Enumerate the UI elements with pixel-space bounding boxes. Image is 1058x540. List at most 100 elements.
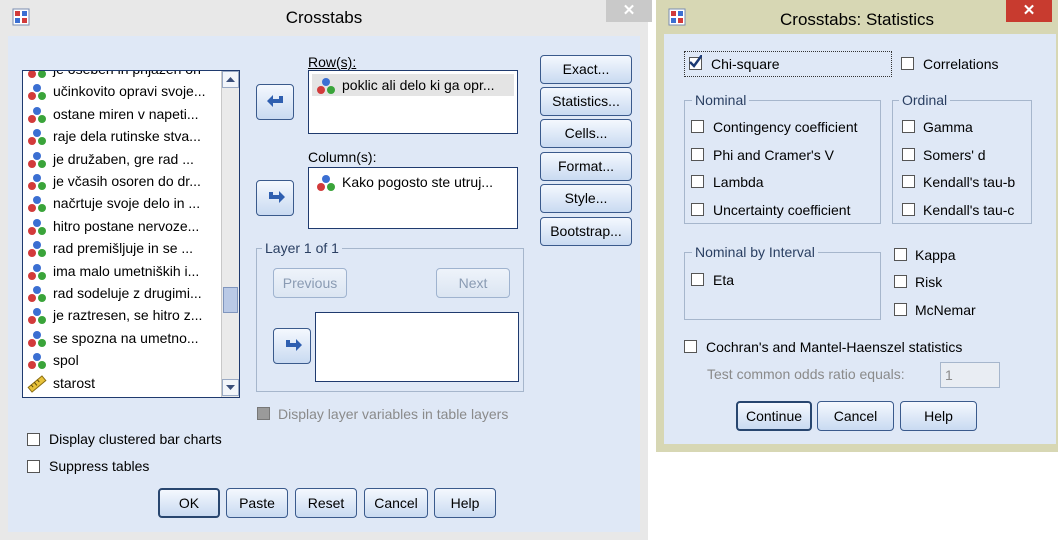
statistics-client-area: Chi-square Correlations Nominal Continge… [664,34,1056,444]
nominal-icon [28,308,46,325]
clustered-bar-label: Display clustered bar charts [49,431,222,447]
continue-button[interactable]: Continue [736,401,812,431]
bootstrap-button[interactable]: Bootstrap... [540,217,632,246]
lambda-label: Lambda [713,174,764,190]
mcnemar-checkbox[interactable] [894,303,907,316]
layer-title: Layer 1 of 1 [262,240,342,256]
eta-checkbox[interactable] [691,273,704,286]
suppress-tables-label: Suppress tables [49,458,150,474]
columns-list[interactable]: Kako pogosto ste utruj... [308,167,518,229]
variable-label: rad sodeluje z drugimi... [53,285,202,301]
display-layer-checkbox[interactable] [257,407,270,420]
list-scrollbar[interactable] [221,71,239,397]
previous-button[interactable]: Previous [273,268,347,298]
risk-checkbox[interactable] [894,275,907,288]
gamma-checkbox[interactable] [902,120,915,133]
clustered-bar-checkbox[interactable] [27,433,40,446]
reset-button[interactable]: Reset [295,488,357,518]
lambda-checkbox[interactable] [691,175,704,188]
cochran-checkbox[interactable] [684,340,697,353]
odds-ratio-input[interactable]: 1 [940,362,1000,388]
uncertainty-checkbox[interactable] [691,203,704,216]
variable-label: rad premišljuje in se ... [53,240,194,257]
window-title: Crosstabs: Statistics [780,10,934,29]
cancel-button[interactable]: Cancel [817,401,894,431]
nominal-icon [28,353,46,370]
ordinal-title: Ordinal [899,92,951,108]
cancel-button[interactable]: Cancel [364,488,428,518]
kendall-tau-c-label: Kendall's tau-c [923,202,1015,218]
cells-button[interactable]: Cells... [540,119,632,148]
eta-label: Eta [713,272,735,288]
help-button[interactable]: Help [434,488,496,518]
nominal-icon [28,106,46,123]
variable-label: se spozna na umetno... [53,329,199,346]
scale-icon [27,374,47,393]
odds-ratio-value: 1 [945,367,953,383]
phi-cramer-checkbox[interactable] [691,148,704,161]
move-to-rows-button[interactable] [256,84,294,120]
display-layer-label: Display layer variables in table layers [278,406,509,422]
variable-label: je družaben, gre rad ... [53,150,194,167]
nominal-icon [28,71,46,78]
kendall-tau-b-checkbox[interactable] [902,175,915,188]
nominal-interval-title: Nominal by Interval [692,244,818,260]
scroll-up-icon[interactable] [222,71,239,88]
kendall-tau-c-checkbox[interactable] [902,203,915,216]
arrow-left-icon [267,95,283,107]
columns-item[interactable]: Kako pogosto ste utruj... [312,171,514,193]
help-button[interactable]: Help [900,401,977,431]
kappa-label: Kappa [915,247,956,263]
nominal-icon [28,129,46,146]
nominal-icon [28,174,46,190]
variable-label: spol [53,352,79,369]
phi-cramer-label: Phi and Cramer's V [713,147,834,163]
nominal-icon [317,175,335,191]
close-icon[interactable]: ✕ [1006,0,1052,22]
source-variable-list[interactable]: je oseben in prijazen on učinkovito oprav… [22,70,240,398]
somers-d-checkbox[interactable] [902,148,915,161]
format-button[interactable]: Format... [540,152,632,181]
rows-item-selected[interactable]: poklic ali delo ki ga opr... [312,74,514,96]
variable-label: ima malo umetniških i... [53,262,200,279]
variable-label: ostane miren v napeti... [53,105,199,122]
statistics-titlebar[interactable]: Crosstabs: Statistics ✕ [656,0,1058,34]
statistics-button[interactable]: Statistics... [540,87,632,116]
nominal-icon [28,330,46,347]
layer-list[interactable] [315,312,519,382]
variable-label: učinkovito opravi svoje... [53,83,206,100]
crosstabs-client-area: je oseben in prijazen on učinkovito oprav… [8,36,640,532]
rows-list[interactable]: poklic ali delo ki ga opr... [308,70,518,134]
crosstabs-titlebar[interactable]: Crosstabs ✕ [0,0,652,36]
contingency-checkbox[interactable] [691,120,704,133]
kappa-checkbox[interactable] [894,248,907,261]
ok-button[interactable]: OK [158,488,220,518]
nominal-icon [28,84,46,101]
arrow-right-icon [269,191,285,203]
move-to-columns-button[interactable] [256,180,294,216]
rows-label: Row(s): [308,54,357,70]
paste-button[interactable]: Paste [226,488,288,518]
suppress-tables-checkbox[interactable] [27,460,40,473]
chi-square-checkbox[interactable] [689,55,702,70]
next-button[interactable]: Next [436,268,510,298]
uncertainty-label: Uncertainty coefficient [713,202,851,218]
correlations-checkbox[interactable] [901,57,914,70]
move-to-layer-button[interactable] [273,328,311,364]
nominal-icon [28,263,46,280]
correlations-label: Correlations [923,56,999,72]
statistics-dialog: Crosstabs: Statistics ✕ Chi-square Corre… [656,0,1058,452]
risk-label: Risk [915,274,943,290]
odds-ratio-label: Test common odds ratio equals: [707,366,905,382]
style-button[interactable]: Style... [540,184,632,213]
scroll-down-icon[interactable] [222,379,239,396]
close-icon[interactable]: ✕ [606,0,652,22]
variable-label: hitro postane nervoze... [53,217,200,234]
mcnemar-label: McNemar [915,302,976,318]
variable-label: raje dela rutinske stva... [53,128,201,145]
kendall-tau-b-label: Kendall's tau-b [923,174,1016,190]
rows-item-label: poklic ali delo ki ga opr... [342,77,495,93]
scroll-thumb[interactable] [223,287,238,313]
exact-button[interactable]: Exact... [540,55,632,84]
contingency-label: Contingency coefficient [713,119,858,135]
